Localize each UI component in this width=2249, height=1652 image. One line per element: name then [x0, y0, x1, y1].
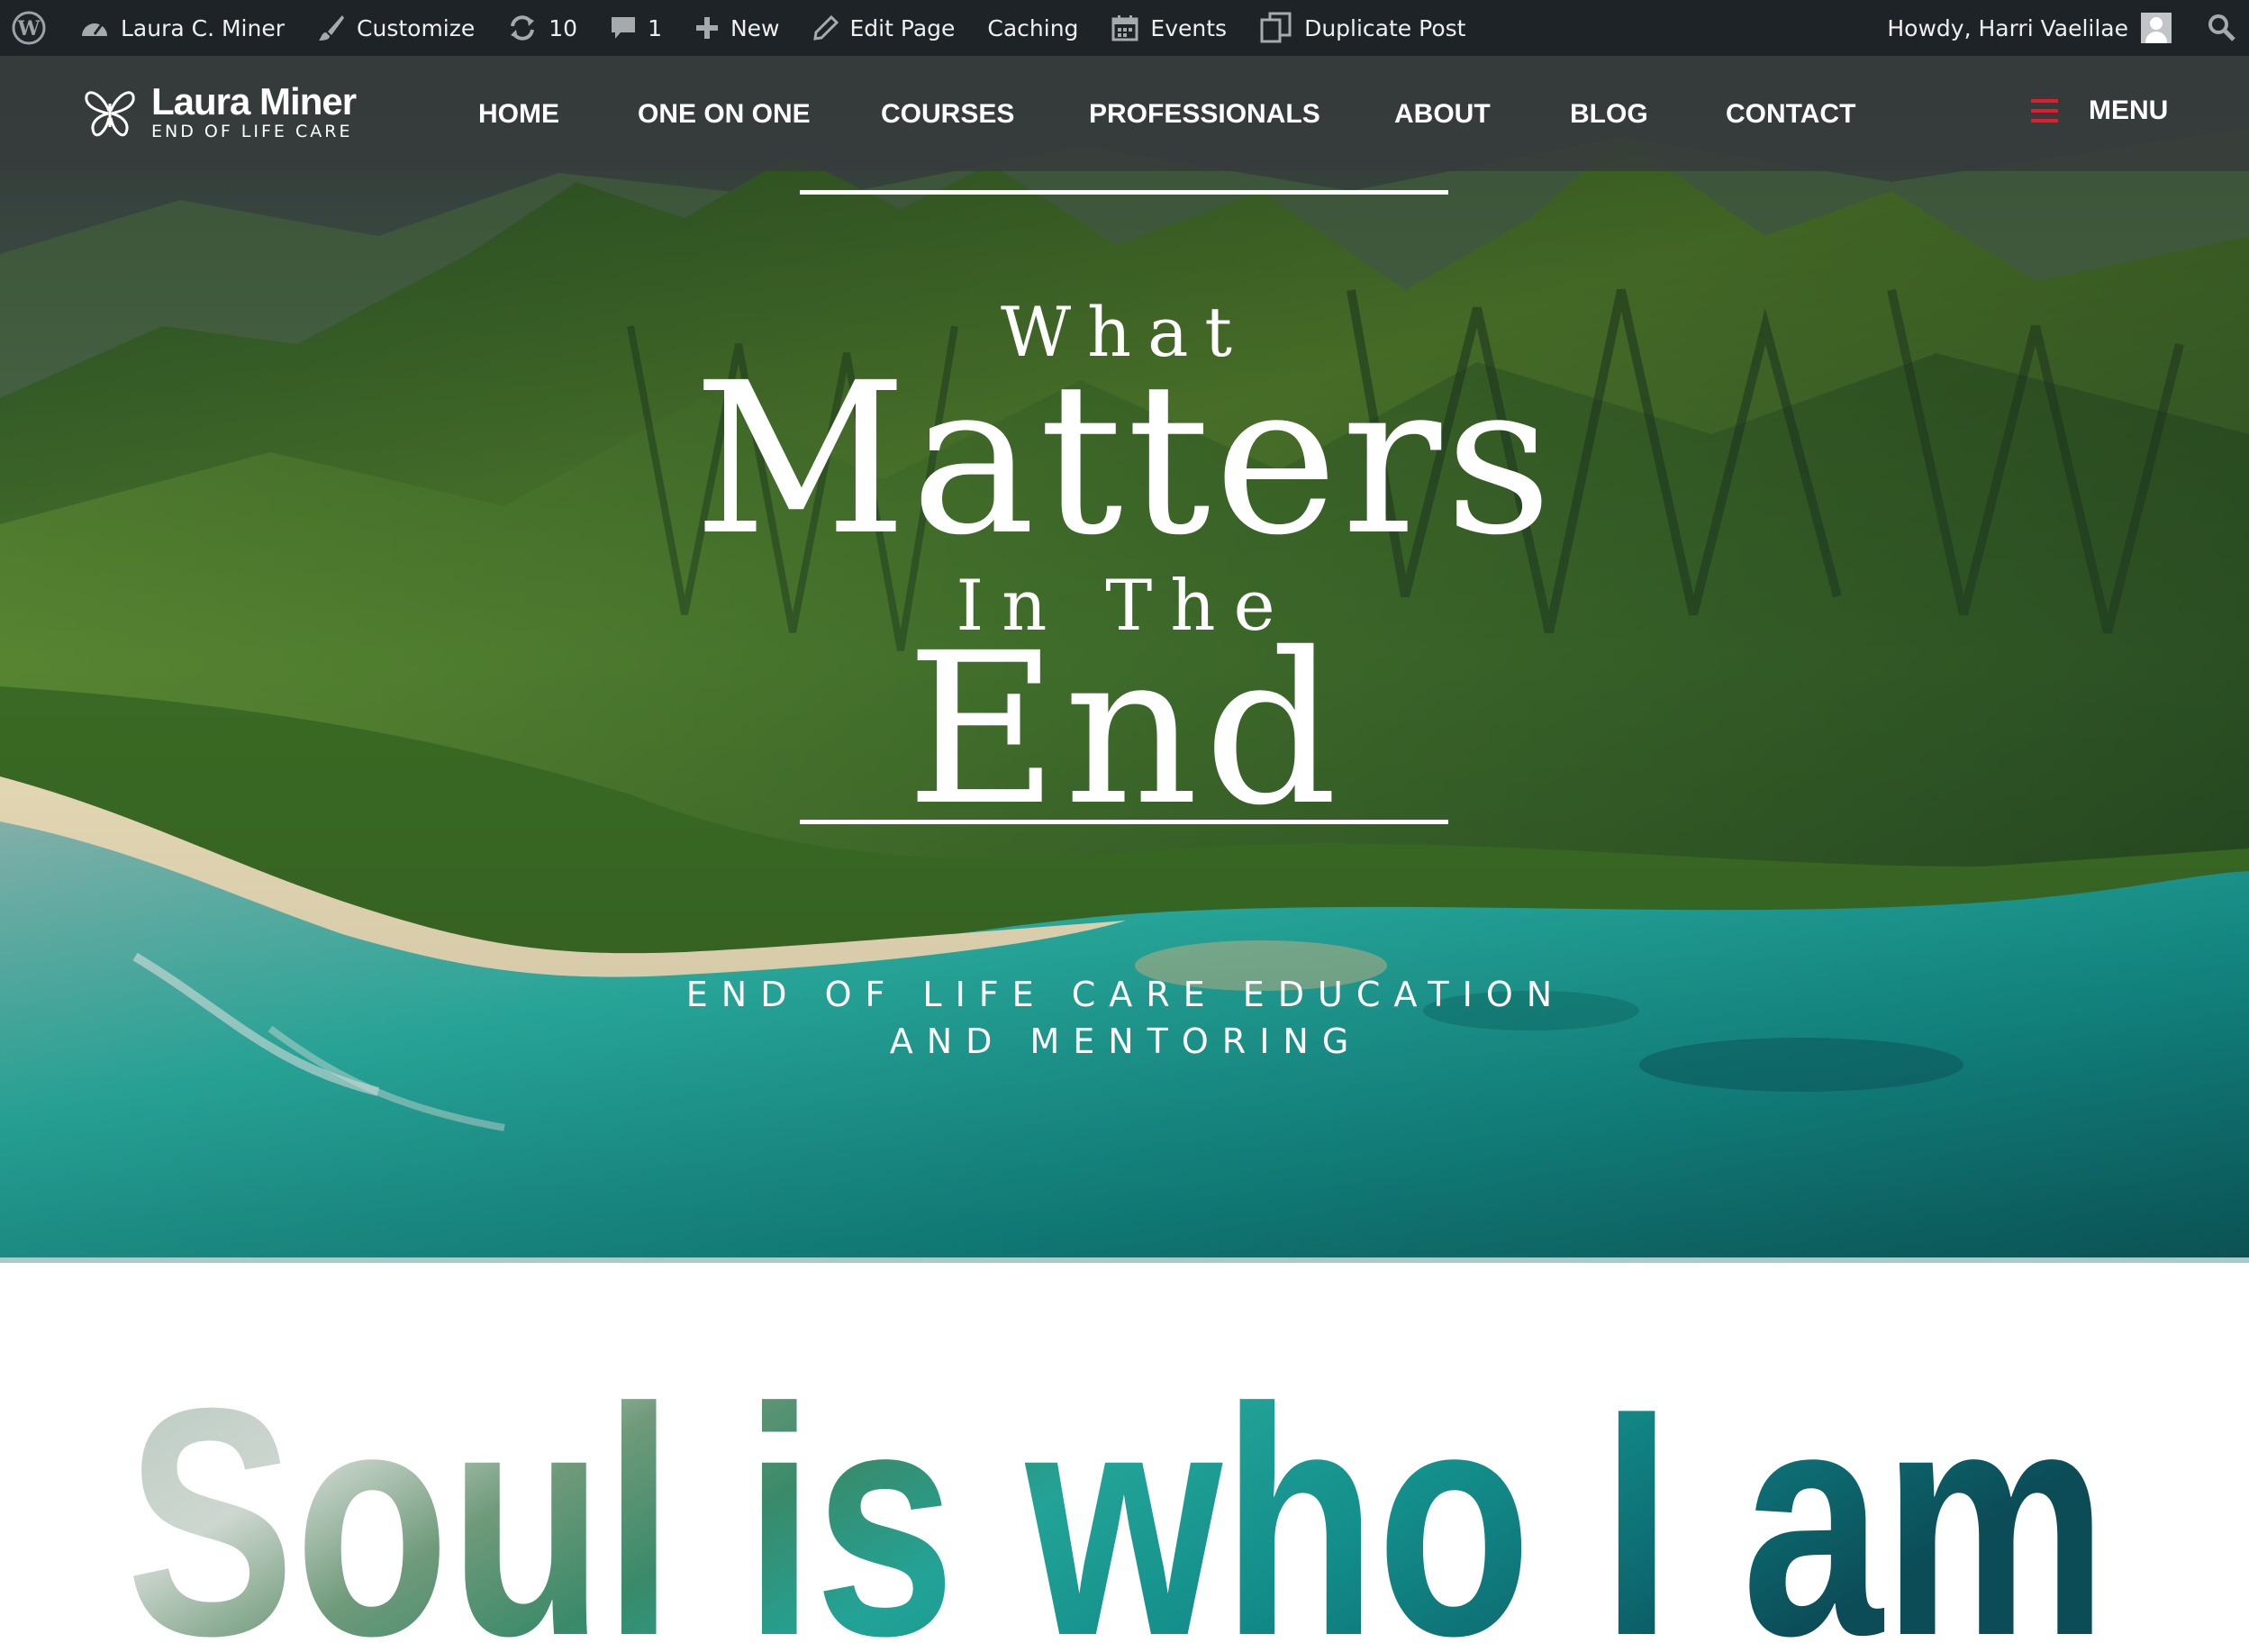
nav-contact[interactable]: CONTACT	[1726, 99, 1855, 130]
hero-heading-end: End	[905, 608, 1344, 851]
new-content-menu[interactable]: New	[678, 0, 796, 56]
soul-heading-graphic: Soul is who I am	[126, 1341, 2108, 1652]
my-account-menu[interactable]: Howdy, Harri Vaelilae	[1871, 0, 2191, 56]
brush-icon	[319, 15, 345, 41]
svg-text:W: W	[17, 17, 41, 41]
logo-tagline: END OF LIFE CARE	[151, 122, 353, 141]
section-heading: Soul is who I am	[126, 1341, 2108, 1652]
admin-bar: W Laura C. Miner Customize 10 1 New Edit…	[0, 0, 2249, 56]
hero-subtitle: END OF LIFE CARE EDUCATION AND MENTORING	[685, 975, 1566, 1061]
updates-link[interactable]: 10	[491, 0, 594, 56]
events-menu[interactable]: Events	[1094, 0, 1243, 56]
nav-one-on-one[interactable]: ONE ON ONE	[638, 99, 811, 130]
events-label: Events	[1150, 14, 1228, 41]
nav-courses[interactable]: COURSES	[881, 99, 1014, 130]
nav-professionals[interactable]: PROFESSIONALS	[1089, 99, 1320, 130]
site-name: Laura C. Miner	[121, 14, 286, 41]
site-name-menu[interactable]: Laura C. Miner	[63, 0, 301, 56]
comments-count: 1	[648, 14, 662, 41]
admin-search[interactable]	[2191, 0, 2249, 56]
comments-link[interactable]: 1	[594, 0, 678, 56]
hero-section: What Matters In The End END OF LIFE CARE…	[0, 56, 2249, 1263]
menu-label: MENU	[2089, 95, 2169, 125]
duplicate-post-link[interactable]: Duplicate Post	[1243, 0, 1482, 56]
nav-blog[interactable]: BLOG	[1570, 99, 1648, 130]
new-label: New	[730, 14, 780, 41]
avatar	[2141, 13, 2172, 43]
customize-label: Customize	[357, 14, 476, 41]
pencil-icon	[812, 14, 839, 41]
customize-link[interactable]: Customize	[301, 0, 491, 56]
edit-page-link[interactable]: Edit Page	[796, 0, 972, 56]
edit-page-label: Edit Page	[849, 14, 956, 41]
site-logo[interactable]: Laura Miner END OF LIFE CARE	[81, 80, 357, 142]
butterfly-logo-icon	[85, 91, 135, 137]
search-icon	[2208, 14, 2235, 41]
hero-heading-matters: Matters	[693, 338, 1556, 581]
hamburger-icon	[2031, 99, 2058, 123]
calendar-icon	[1111, 15, 1138, 41]
nav-home[interactable]: HOME	[478, 99, 559, 130]
dashboard-icon	[82, 23, 107, 36]
duplicate-post-label: Duplicate Post	[1304, 14, 1466, 41]
plus-icon	[695, 17, 718, 39]
logo-name: Laura Miner	[151, 80, 357, 123]
wordpress-icon: W	[12, 11, 46, 45]
howdy-text: Howdy, Harri Vaelilae	[1887, 14, 2128, 41]
duplicate-icon	[1260, 12, 1292, 43]
wp-logo-menu[interactable]: W	[0, 0, 63, 56]
menu-toggle-button[interactable]: MENU	[2031, 95, 2168, 126]
hero-bottom-divider	[800, 820, 1448, 824]
site-header: Laura Miner END OF LIFE CARE HOME ONE ON…	[0, 56, 2249, 171]
updates-count: 10	[549, 14, 578, 41]
refresh-icon	[511, 15, 535, 41]
hero-top-divider	[800, 190, 1448, 195]
caching-menu[interactable]: Caching	[971, 0, 1094, 56]
comment-icon	[612, 17, 636, 39]
caching-label: Caching	[987, 14, 1079, 41]
content-section: Soul is who I am	[0, 1263, 2249, 1652]
nav-about[interactable]: ABOUT	[1394, 99, 1491, 130]
